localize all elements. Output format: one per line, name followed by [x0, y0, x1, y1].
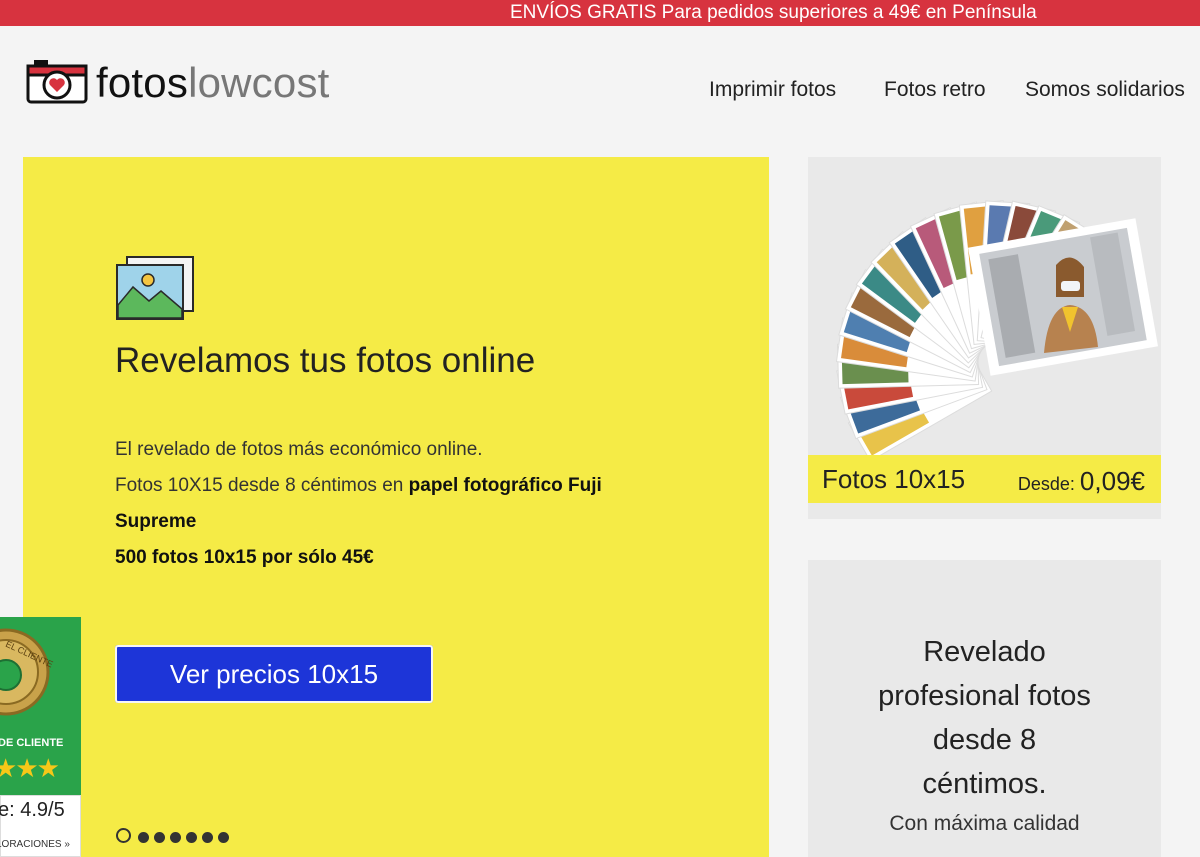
nav-somos-solidarios[interactable]: Somos solidarios	[1025, 78, 1185, 102]
promo-headline-line: Revelado	[923, 636, 1046, 668]
hero-line-2: Fotos 10X15 desde 8 céntimos en papel fo…	[115, 475, 602, 497]
hero-line-4-bold: 500 fotos 10x15 por sólo 45€	[115, 547, 374, 568]
price-value: 0,09€	[1079, 466, 1145, 496]
nav-fotos-retro[interactable]: Fotos retro	[884, 78, 986, 102]
nav-imprimir-fotos[interactable]: Imprimir fotos	[709, 78, 836, 102]
free-shipping-banner: ENVÍOS GRATIS Para pedidos superiores a …	[0, 0, 1200, 26]
hero-line-3-bold: Supreme	[115, 511, 197, 532]
hero-title: Revelamos tus fotos online	[115, 341, 536, 380]
star-icon: ★	[15, 753, 38, 783]
view-prices-button[interactable]: Ver precios 10x15	[115, 645, 433, 703]
price-from-label: Desde:	[1017, 474, 1075, 494]
hero-line-2-bold: papel fotográfico Fuji	[408, 475, 602, 496]
carousel-dot[interactable]	[138, 832, 149, 843]
carousel-dot[interactable]	[218, 832, 229, 843]
hero-line-1: El revelado de fotos más económico onlin…	[115, 439, 483, 460]
customer-rating-badge[interactable]: EL CLIENTE DE CLIENTE ★★★ e: 4.9/5 LORAC…	[0, 617, 81, 857]
rating-label: DE CLIENTE	[0, 737, 64, 749]
rating-score: e: 4.9/5	[0, 799, 65, 821]
promo-headline-line: céntimos.	[922, 768, 1047, 800]
price-bar: Fotos 10x15 Desde: 0,09€	[808, 455, 1161, 503]
promo-headline-line: desde 8	[932, 724, 1037, 756]
rating-count: LORACIONES »	[0, 839, 70, 850]
free-shipping-text: ENVÍOS GRATIS Para pedidos superiores a …	[510, 2, 1037, 23]
product-card-10x15[interactable]: Fotos 10x15 Desde: 0,09€	[808, 157, 1161, 519]
carousel-dot[interactable]	[186, 832, 197, 843]
logo-wordmark-secondary: lowcost	[188, 59, 330, 106]
logo-wordmark-primary: fotos	[96, 59, 189, 106]
picture-stack-icon	[116, 256, 194, 320]
star-icon: ★	[0, 753, 17, 783]
promo-headline: Revelado profesional fotos desde 8 cénti…	[808, 630, 1161, 806]
hero-line-2-text: Fotos 10X15 desde 8 céntimos en	[115, 475, 409, 496]
product-title: Fotos 10x15	[822, 464, 966, 494]
carousel-dot[interactable]	[154, 832, 165, 843]
camera-heart-icon	[26, 60, 88, 104]
promo-headline-line: profesional fotos	[878, 680, 1091, 712]
site-logo[interactable]: fotoslowcost	[26, 58, 366, 108]
carousel-dot[interactable]	[116, 828, 131, 843]
rating-stars: ★★★	[0, 753, 60, 784]
hero-slide: Revelamos tus fotos online El revelado d…	[23, 157, 769, 857]
carousel-dot[interactable]	[202, 832, 213, 843]
hero-line-3: Supreme	[115, 511, 196, 533]
star-icon: ★	[36, 753, 60, 783]
hero-line-4: 500 fotos 10x15 por sólo 45€	[115, 547, 374, 569]
product-price: Desde: 0,09€	[1018, 466, 1145, 497]
promo-card[interactable]: Revelado profesional fotos desde 8 cénti…	[808, 560, 1161, 857]
promo-subtext: Con máxima calidad	[889, 812, 1080, 835]
award-seal-icon: EL CLIENTE	[0, 628, 55, 716]
photo-fan-illustration	[835, 200, 1158, 457]
carousel-dot[interactable]	[170, 832, 181, 843]
